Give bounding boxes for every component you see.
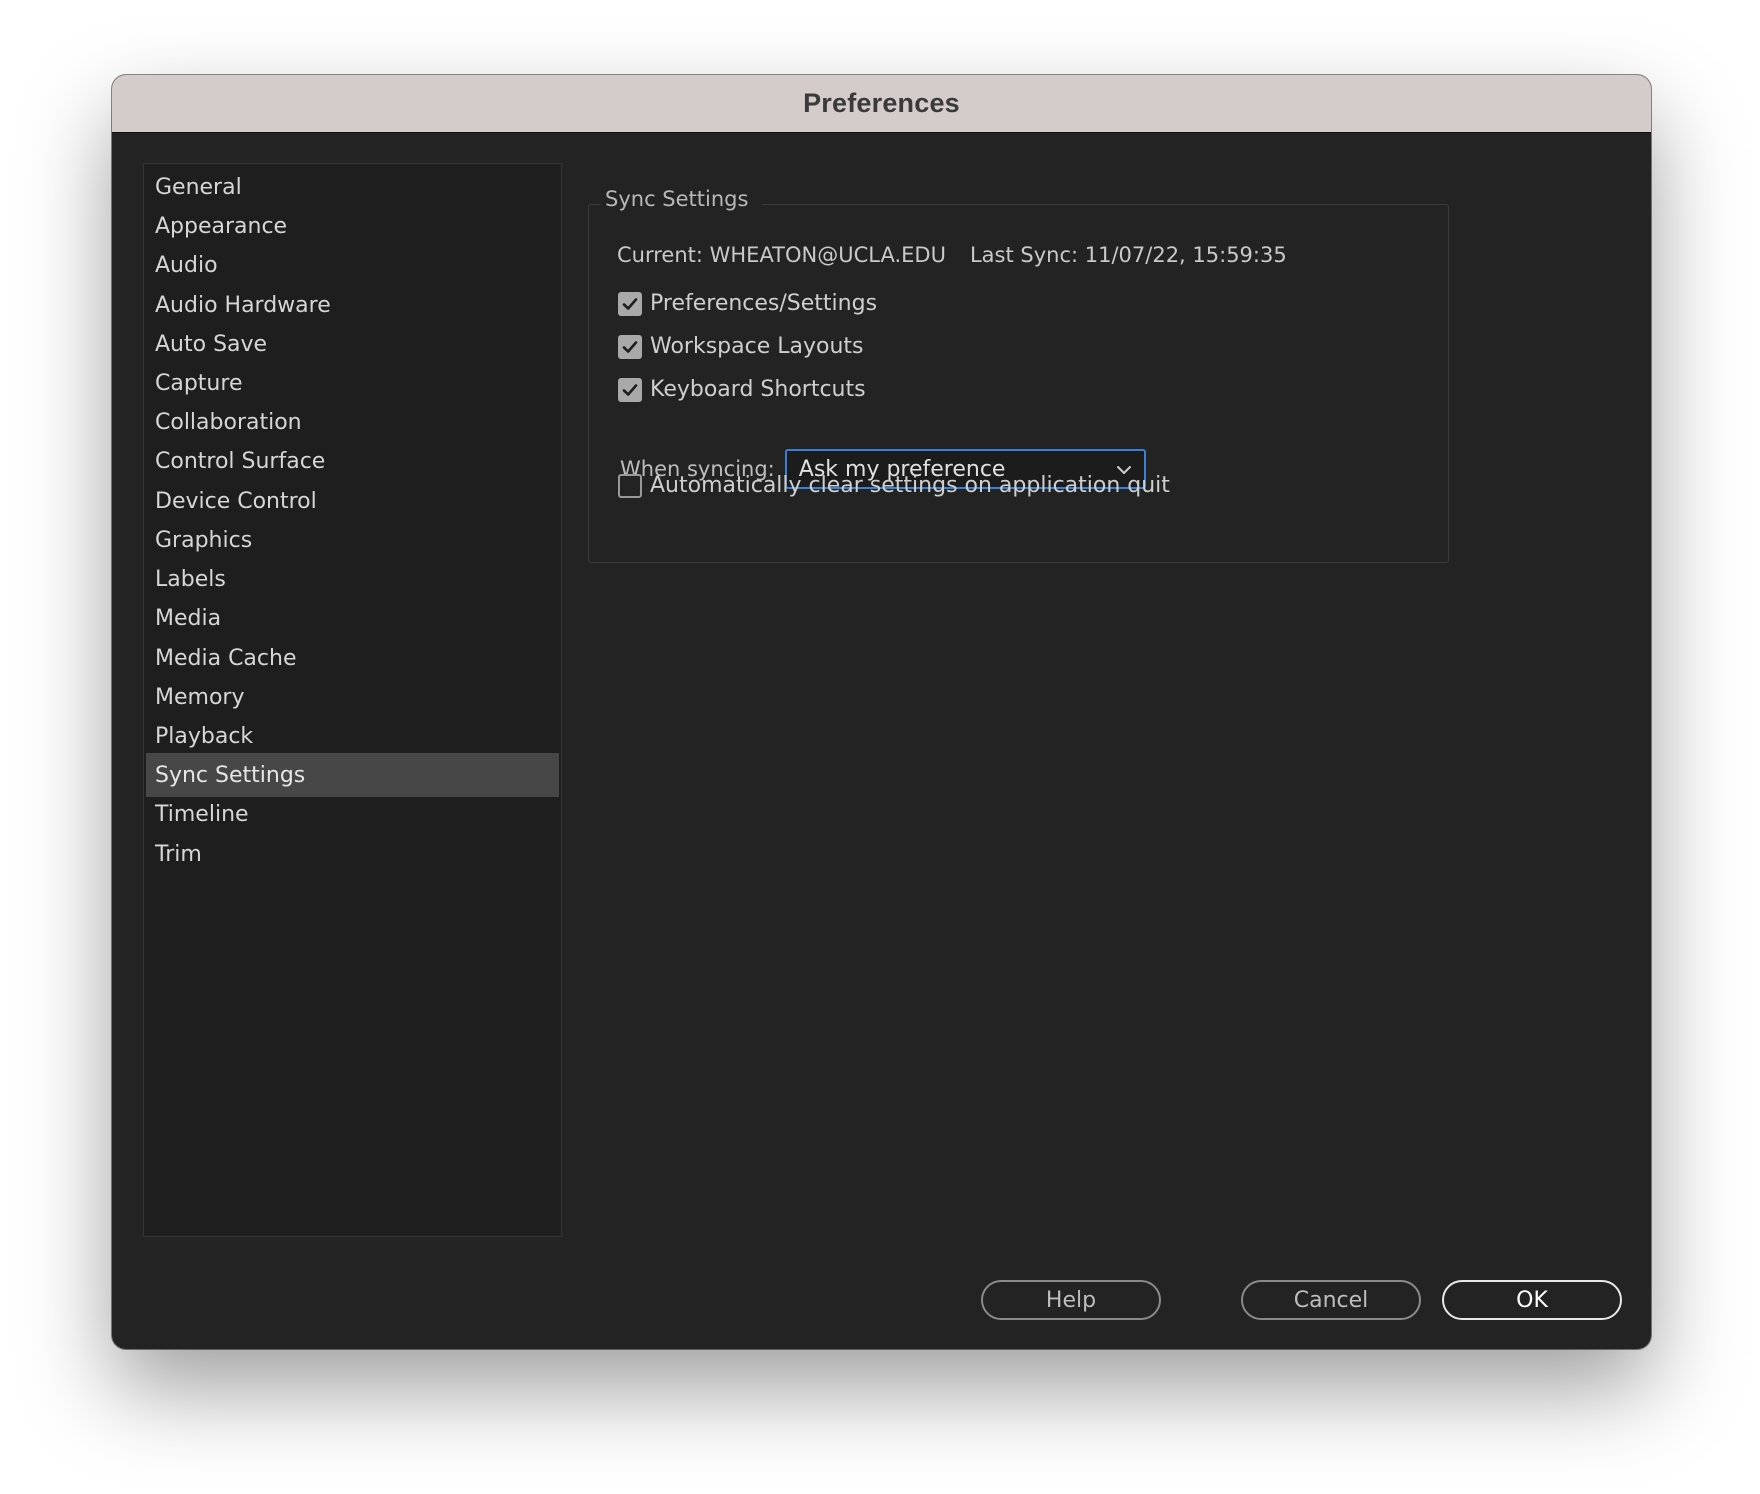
sidebar-item-media-cache[interactable]: Media Cache	[146, 636, 559, 680]
workspace-layouts-option[interactable]: Workspace Layouts	[618, 334, 864, 359]
preferences-settings-option[interactable]: Preferences/Settings	[618, 291, 877, 316]
help-button[interactable]: Help	[981, 1280, 1161, 1320]
sidebar-item-general[interactable]: General	[146, 165, 559, 209]
sidebar-item-collaboration[interactable]: Collaboration	[146, 400, 559, 444]
sync-settings-group: Sync Settings Current: WHEATON@UCLA.EDU L…	[588, 187, 1449, 563]
sidebar-item-appearance[interactable]: Appearance	[146, 204, 559, 248]
checkbox-checked-icon[interactable]	[618, 377, 642, 402]
option-label: Automatically clear settings on applicat…	[650, 473, 1170, 498]
sidebar-item-audio[interactable]: Audio	[146, 243, 559, 287]
option-label: Keyboard Shortcuts	[650, 377, 866, 402]
sidebar-item-labels[interactable]: Labels	[146, 557, 559, 601]
sidebar-item-trim[interactable]: Trim	[146, 832, 559, 876]
checkbox-checked-icon[interactable]	[618, 291, 642, 316]
category-list: General Appearance Audio Audio Hardware …	[143, 163, 562, 1237]
sidebar-item-sync-settings[interactable]: Sync Settings	[146, 753, 559, 797]
auto-clear-option[interactable]: Automatically clear settings on applicat…	[618, 473, 1170, 498]
sidebar-item-playback[interactable]: Playback	[146, 714, 559, 758]
current-account: Current: WHEATON@UCLA.EDU	[617, 243, 946, 267]
sidebar-item-timeline[interactable]: Timeline	[146, 792, 559, 836]
sidebar-item-control-surface[interactable]: Control Surface	[146, 439, 559, 483]
checkbox-unchecked-icon[interactable]	[618, 473, 642, 498]
option-label: Preferences/Settings	[650, 291, 878, 316]
title-bar: Preferences	[112, 75, 1651, 133]
keyboard-shortcuts-option[interactable]: Keyboard Shortcuts	[618, 377, 866, 402]
sidebar-item-device-control[interactable]: Device Control	[146, 479, 559, 523]
last-sync-time: Last Sync: 11/07/22, 15:59:35	[969, 243, 1287, 267]
dialog-title: Preferences	[803, 88, 960, 118]
sidebar-item-media[interactable]: Media	[146, 596, 559, 640]
checkbox-checked-icon[interactable]	[618, 334, 642, 359]
option-label: Workspace Layouts	[650, 334, 864, 359]
sidebar-item-audio-hardware[interactable]: Audio Hardware	[146, 283, 559, 327]
sync-account-info: Current: WHEATON@UCLA.EDU Last Sync: 11/0…	[617, 243, 1287, 267]
cancel-button[interactable]: Cancel	[1241, 1280, 1421, 1320]
sidebar-item-graphics[interactable]: Graphics	[146, 518, 559, 562]
sidebar-item-capture[interactable]: Capture	[146, 361, 559, 405]
ok-button[interactable]: OK	[1442, 1280, 1622, 1320]
group-title: Sync Settings	[601, 187, 763, 211]
sidebar-item-memory[interactable]: Memory	[146, 675, 559, 719]
preferences-dialog: Preferences General Appearance Audio Aud…	[112, 75, 1651, 1349]
sidebar-item-auto-save[interactable]: Auto Save	[146, 322, 559, 366]
